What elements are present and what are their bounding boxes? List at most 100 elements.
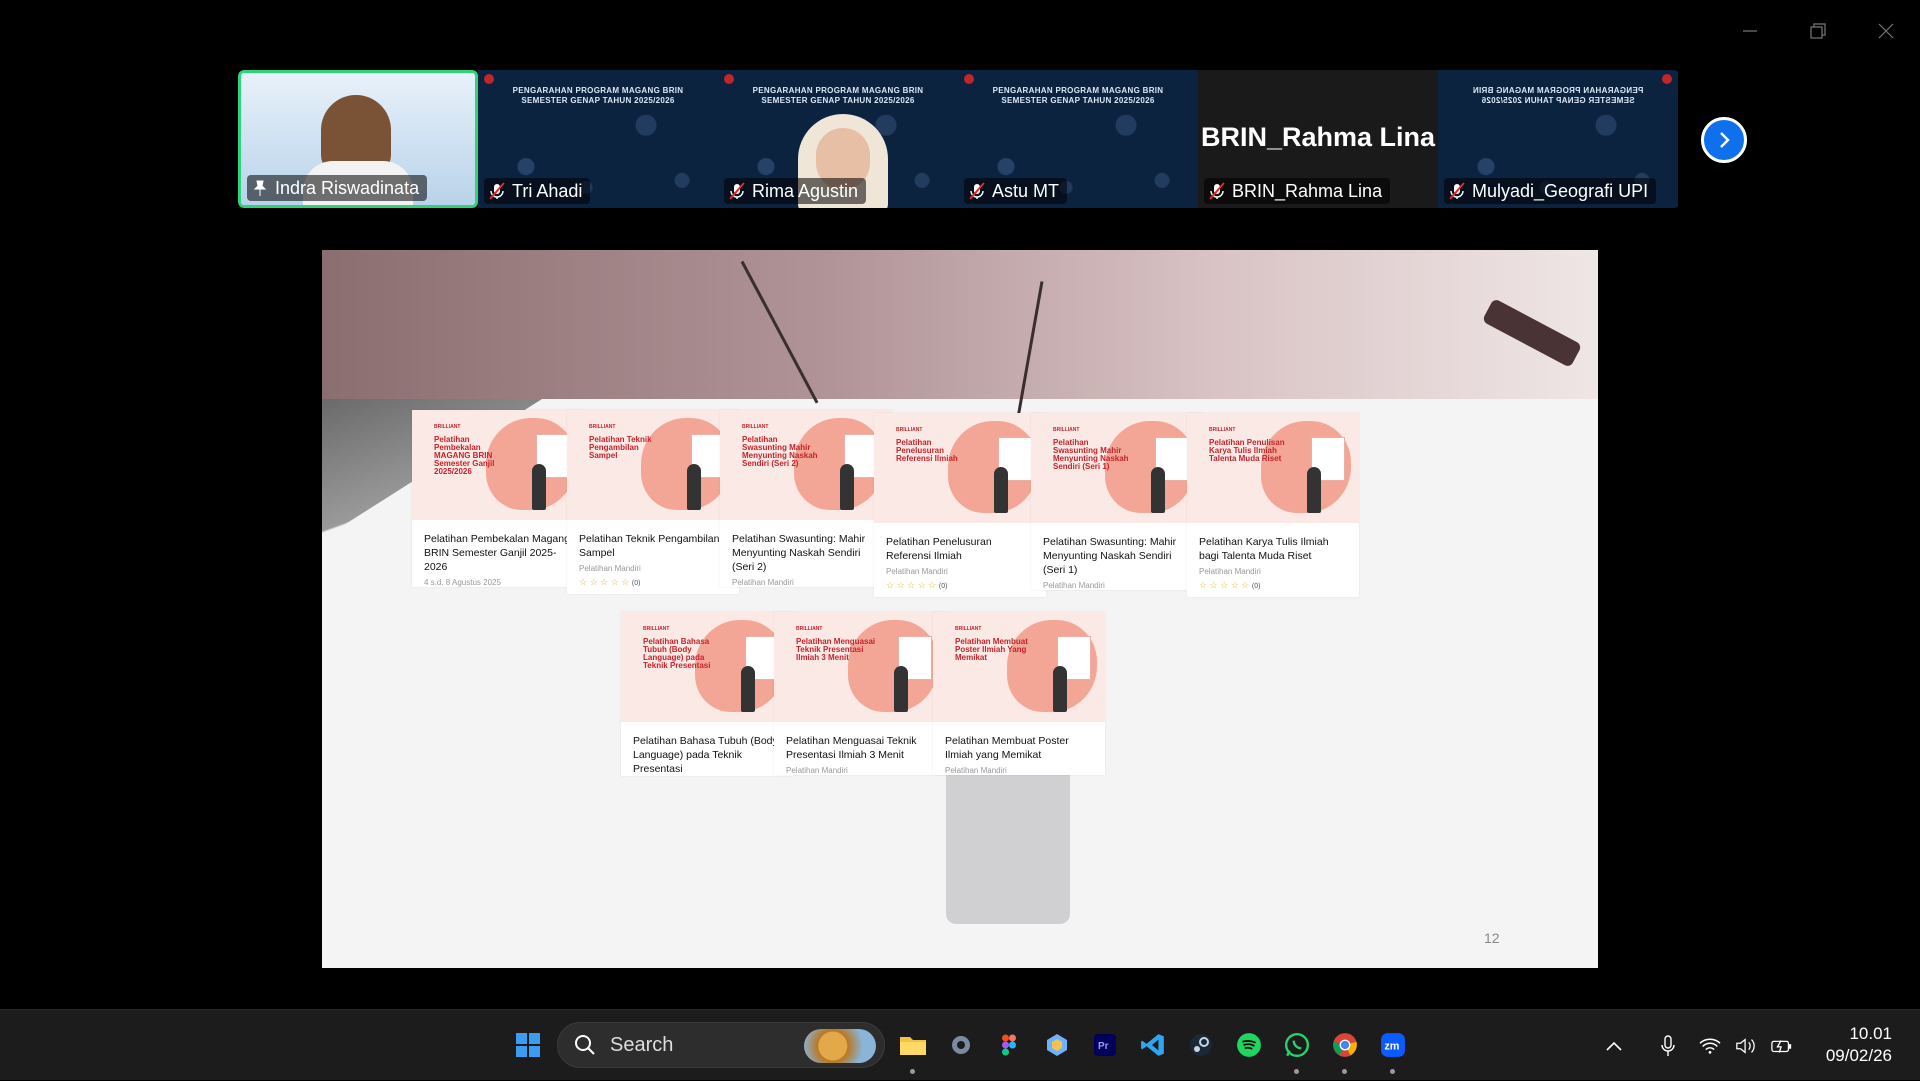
rating-stars: ☆ ☆ ☆ ☆ ☆ (886, 580, 937, 590)
chrome-icon (1333, 1033, 1357, 1057)
course-card[interactable]: BRILLIANT Pelatihan Bahasa Tubuh (Body La… (621, 612, 793, 776)
course-meta: Pelatihan Mandiri (786, 766, 848, 775)
mic-muted-icon (1449, 182, 1465, 200)
participant-tile[interactable]: PENGARAHAN PROGRAM MAGANG BRIN SEMESTER … (1438, 70, 1678, 208)
course-card[interactable]: BRILLIANT Pelatihan Menguasai Teknik Pres… (774, 612, 946, 775)
thumbnail-person-illustration (1307, 467, 1321, 513)
participant-name: BRIN_Rahma Lina (1232, 180, 1383, 201)
rating-count: (0) (1251, 583, 1261, 590)
taskbar-app-chrome[interactable] (1328, 1028, 1362, 1062)
taskbar-clock[interactable]: 10.01 09/02/26 (1826, 1023, 1892, 1067)
course-thumbnail: BRILLIANT Pelatihan Swasunting Mahir Meny… (720, 410, 892, 520)
close-button[interactable] (1852, 0, 1920, 62)
rating-stars: ☆ ☆ ☆ ☆ ☆ (579, 577, 630, 587)
course-meta: Pelatihan Mandiri (945, 766, 1007, 775)
mic-muted-icon (489, 182, 505, 200)
course-card[interactable]: BRILLIANT Pelatihan Teknik Pengambilan Sa… (567, 410, 739, 594)
volume-tray-button[interactable] (1728, 1036, 1764, 1056)
thumbnail-person-illustration (687, 464, 701, 510)
running-indicator (910, 1069, 915, 1074)
taskbar-app-vscode[interactable] (1136, 1028, 1170, 1062)
battery-tray-button[interactable] (1764, 1036, 1800, 1056)
taskbar-app-zoom[interactable]: zm (1376, 1028, 1410, 1062)
tile-banner-text: PENGARAHAN PROGRAM MAGANG BRIN SEMESTER … (992, 86, 1164, 105)
taskbar-app-spotify[interactable] (1232, 1028, 1266, 1062)
course-thumbnail: BRILLIANT Pelatihan Pembekalan MAGANG BRI… (412, 410, 584, 520)
thumbnail-brand: BRILLIANT (896, 427, 923, 433)
taskbar-app-settings[interactable] (944, 1028, 978, 1062)
thumbnail-brand: BRILLIANT (955, 626, 982, 632)
taskbar-app-whatsapp[interactable] (1280, 1028, 1314, 1062)
course-thumbnail: BRILLIANT Pelatihan Penulisan Karya Tulis… (1187, 413, 1359, 523)
thumbnail-brand: BRILLIANT (1053, 427, 1080, 433)
thumbnail-brand: BRILLIANT (643, 626, 670, 632)
steam-icon (1190, 1034, 1212, 1056)
tray-overflow-button[interactable] (1598, 1041, 1630, 1051)
taskbar-search[interactable]: Search (557, 1022, 885, 1068)
course-title[interactable]: Pelatihan Teknik Pengambilan Sampel (567, 520, 739, 560)
participant-tile[interactable]: PENGARAHAN PROGRAM MAGANG BRIN SEMESTER … (718, 70, 958, 208)
course-title[interactable]: Pelatihan Swasunting: Mahir Menyunting N… (1031, 523, 1203, 577)
course-meta: Pelatihan Mandiri (1043, 581, 1105, 590)
course-card[interactable]: BRILLIANT Pelatihan Swasunting Mahir Meny… (1031, 413, 1203, 590)
minimize-button[interactable] (1716, 0, 1784, 62)
restore-button[interactable] (1784, 0, 1852, 62)
thumbnail-brand: BRILLIANT (742, 424, 769, 430)
participant-tile[interactable]: PENGARAHAN PROGRAM MAGANG BRIN SEMESTER … (958, 70, 1198, 208)
course-thumbnail: BRILLIANT Pelatihan Swasunting Mahir Meny… (1031, 413, 1203, 523)
course-title[interactable]: Pelatihan Membuat Poster Ilmiah yang Mem… (933, 722, 1105, 762)
course-card[interactable]: BRILLIANT Pelatihan Penulisan Karya Tulis… (1187, 413, 1359, 597)
clock-date: 09/02/26 (1825, 1046, 1892, 1065)
next-participants-button[interactable] (1701, 117, 1747, 163)
course-card[interactable]: BRILLIANT Pelatihan Membuat Poster Ilmiah… (933, 612, 1105, 775)
brin-logo-icon (964, 74, 974, 84)
tile-banner-text: PENGARAHAN PROGRAM MAGANG BRIN SEMESTER … (512, 86, 684, 105)
taskbar-app-file-explorer[interactable] (896, 1028, 930, 1062)
thumbnail-person-illustration (741, 666, 755, 712)
microphone-tray-button[interactable] (1644, 1034, 1692, 1057)
wifi-tray-button[interactable] (1692, 1037, 1728, 1055)
course-title[interactable]: Pelatihan Penelusuran Referensi Ilmiah (874, 523, 1046, 563)
taskbar: Search Pr zm 10.01 09/02/26 (0, 1009, 1920, 1080)
participant-name-tag: Rima Agustin (724, 178, 867, 204)
course-title[interactable]: Pelatihan Karya Tulis Ilmiah bagi Talent… (1187, 523, 1359, 563)
course-card[interactable]: BRILLIANT Pelatihan Penelusuran Referensi… (874, 413, 1046, 597)
participant-name-tag: BRIN_Rahma Lina (1204, 178, 1391, 204)
start-button[interactable] (511, 1028, 545, 1062)
course-card[interactable]: BRILLIANT Pelatihan Swasunting Mahir Meny… (720, 410, 892, 587)
mic-muted-icon (1209, 182, 1225, 200)
course-rating: ☆ ☆ ☆ ☆ ☆ (0) (874, 576, 1046, 597)
zoom-icon: zm (1381, 1033, 1405, 1057)
usb-decoration (1481, 298, 1583, 368)
thumbnail-title: Pelatihan Menguasai Teknik Presentasi Il… (796, 637, 876, 662)
pin-icon (253, 180, 267, 196)
participant-tile[interactable]: PENGARAHAN PROGRAM MAGANG BRIN SEMESTER … (478, 70, 718, 208)
whatsapp-icon (1284, 1032, 1310, 1058)
participant-name: Astu MT (992, 180, 1060, 201)
thumbnail-person-illustration (532, 464, 546, 510)
mic-muted-icon (969, 182, 985, 200)
course-title[interactable]: Pelatihan Swasunting: Mahir Menyunting N… (720, 520, 892, 574)
wifi-icon (1699, 1038, 1721, 1054)
course-title[interactable]: Pelatihan Bahasa Tubuh (Body Language) p… (621, 722, 793, 776)
pen-decoration (1016, 281, 1044, 420)
taskbar-app-generic[interactable] (1040, 1028, 1074, 1062)
course-card[interactable]: BRILLIANT Pelatihan Pembekalan MAGANG BRI… (412, 410, 584, 587)
svg-text:zm: zm (1384, 1040, 1399, 1052)
search-highlight-image (804, 1029, 876, 1063)
course-title[interactable]: Pelatihan Menguasai Teknik Presentasi Il… (774, 722, 946, 762)
thumbnail-brand: BRILLIANT (589, 424, 616, 430)
thumbnail-brand: BRILLIANT (1209, 427, 1236, 433)
taskbar-app-steam[interactable] (1184, 1028, 1218, 1062)
course-meta: Pelatihan Mandiri (1199, 567, 1261, 576)
slide-page-number: 12 (1484, 930, 1500, 946)
taskbar-app-figma[interactable] (992, 1028, 1026, 1062)
rating-stars: ☆ ☆ ☆ ☆ ☆ (1199, 580, 1250, 590)
course-thumbnail: BRILLIANT Pelatihan Bahasa Tubuh (Body La… (621, 612, 793, 722)
taskbar-app-premiere[interactable]: Pr (1088, 1028, 1122, 1062)
participant-tile[interactable]: Indra Riswadinata (238, 70, 478, 208)
course-title[interactable]: Pelatihan Pembekalan Magang BRIN Semeste… (412, 520, 584, 574)
participant-tile[interactable]: BRIN_Rahma Lina BRIN_Rahma Lina (1198, 70, 1438, 208)
restore-icon (1810, 23, 1826, 39)
volume-icon (1736, 1037, 1755, 1054)
